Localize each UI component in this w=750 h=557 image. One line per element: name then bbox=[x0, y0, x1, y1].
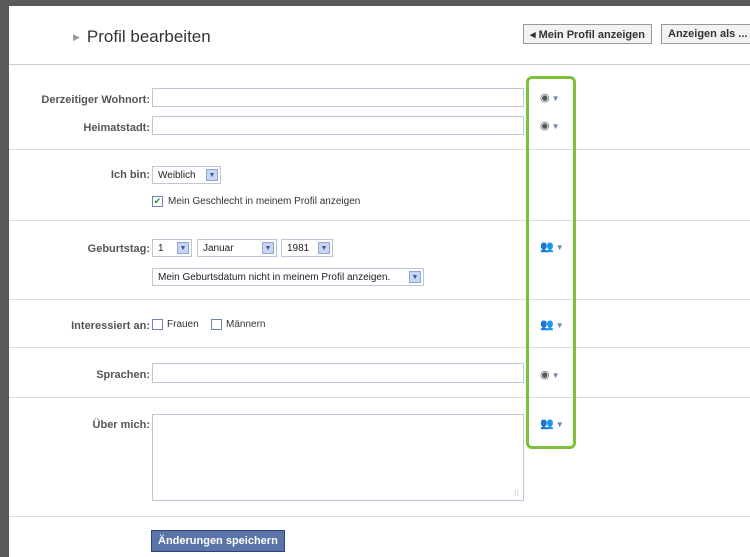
birthday-month-select[interactable]: Januar ▼ bbox=[197, 239, 277, 257]
interested-men-checkbox[interactable] bbox=[211, 319, 222, 330]
page-title: ▶ Profil bearbeiten bbox=[73, 27, 211, 47]
page-title-text: Profil bearbeiten bbox=[86, 27, 211, 46]
birthday-year-select[interactable]: 1981 ▼ bbox=[281, 239, 333, 257]
current-residence-label: Derzeitiger Wohnort: bbox=[41, 94, 150, 106]
interested-men-label: Männern bbox=[226, 319, 266, 330]
divider bbox=[9, 149, 750, 150]
divider bbox=[9, 347, 750, 348]
languages-input[interactable] bbox=[152, 363, 524, 383]
hometown-label: Heimatstadt: bbox=[83, 122, 150, 134]
interested-in-label: Interessiert an: bbox=[71, 320, 150, 332]
dropdown-arrow-icon: ▼ bbox=[177, 242, 189, 254]
divider bbox=[9, 220, 750, 221]
dropdown-arrow-icon: ▼ bbox=[318, 242, 330, 254]
privacy-column-highlight bbox=[526, 76, 576, 449]
gender-select[interactable]: Weiblich ▼ bbox=[152, 166, 221, 184]
about-me-textarea[interactable]: ⁝⁝ bbox=[152, 414, 524, 501]
gender-value: Weiblich bbox=[158, 169, 196, 181]
birthday-day-value: 1 bbox=[158, 242, 164, 254]
birthday-year-value: 1981 bbox=[287, 242, 310, 254]
languages-label: Sprachen: bbox=[96, 369, 150, 381]
title-arrow-icon: ▶ bbox=[73, 31, 80, 42]
save-changes-button[interactable]: Änderungen speichern bbox=[151, 530, 285, 552]
about-me-label: Über mich: bbox=[92, 419, 150, 431]
gender-label: Ich bin: bbox=[110, 169, 150, 181]
dropdown-arrow-icon: ▼ bbox=[206, 169, 218, 181]
page-header: ▶ Profil bearbeiten ◂ Mein Profil anzeig… bbox=[9, 6, 750, 65]
interested-women-checkbox[interactable] bbox=[152, 319, 163, 330]
birthday-label: Geburtstag: bbox=[87, 243, 150, 255]
view-profile-button[interactable]: ◂ Mein Profil anzeigen bbox=[523, 24, 652, 44]
birthday-visibility-select[interactable]: Mein Geburtsdatum nicht in meinem Profil… bbox=[152, 268, 424, 286]
birthday-visibility-value: Mein Geburtsdatum nicht in meinem Profil… bbox=[158, 271, 391, 283]
divider bbox=[9, 397, 750, 398]
show-gender-checkbox[interactable]: ✔ bbox=[152, 196, 163, 207]
dropdown-arrow-icon: ▼ bbox=[262, 242, 274, 254]
dropdown-arrow-icon: ▼ bbox=[409, 271, 421, 283]
show-gender-label: Mein Geschlecht in meinem Profil anzeige… bbox=[168, 196, 361, 207]
birthday-month-value: Januar bbox=[203, 242, 234, 254]
view-as-button[interactable]: Anzeigen als ... bbox=[661, 24, 750, 44]
interested-women-label: Frauen bbox=[167, 319, 199, 330]
hometown-input[interactable] bbox=[152, 116, 524, 135]
divider bbox=[9, 516, 750, 517]
resize-grip-icon[interactable]: ⁝⁝ bbox=[514, 489, 519, 498]
divider bbox=[9, 299, 750, 300]
birthday-day-select[interactable]: 1 ▼ bbox=[152, 239, 192, 257]
profile-edit-page: ▶ Profil bearbeiten ◂ Mein Profil anzeig… bbox=[9, 6, 750, 557]
current-residence-input[interactable] bbox=[152, 88, 524, 107]
